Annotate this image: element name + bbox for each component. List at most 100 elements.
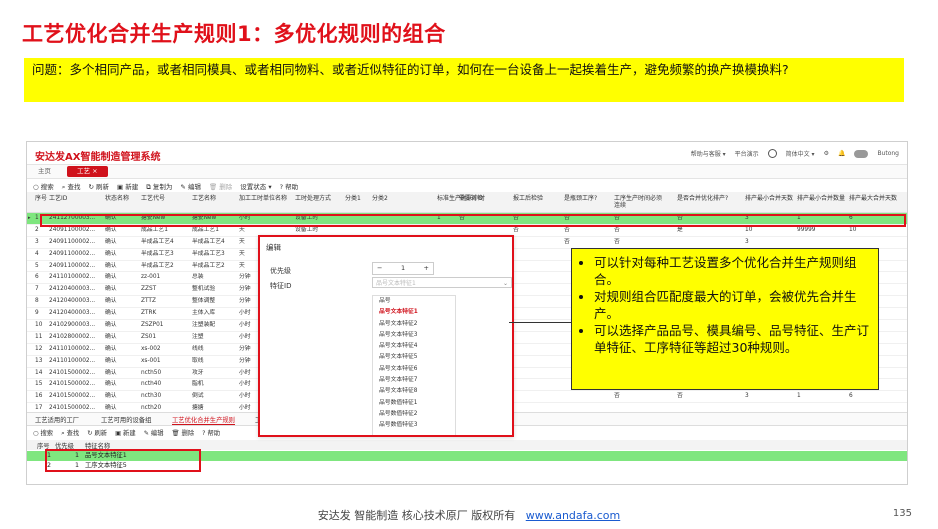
table-cell: 24120400003... [49, 298, 96, 305]
table-cell: 注塑装配 [192, 322, 216, 329]
table-cell: 小时 [239, 333, 251, 340]
avatar[interactable] [854, 149, 869, 158]
app-header: 安达发AX智能制造管理系统 帮助与客服 ▾ 平台演示 简体中文 ▾ ⚙ 🔔 Bu… [27, 142, 907, 165]
minus-icon[interactable]: − [377, 263, 382, 274]
detail-toolbar-button[interactable]: ○ 搜索 [33, 428, 53, 438]
detail-tab[interactable]: 工艺可用的设备组 [101, 415, 151, 424]
detail-toolbar-button[interactable]: ▣ 新建 [115, 428, 136, 438]
column-header[interactable]: 排产最大合并天数 [849, 195, 901, 202]
column-header[interactable]: 是否合并优化排产? [677, 195, 729, 202]
column-header[interactable]: 工序生产时间必须连续 [614, 195, 666, 209]
detail-toolbar-button[interactable]: ↻ 刷新 [87, 428, 107, 438]
dropdown-option[interactable]: 品号数值特征2 [373, 409, 455, 420]
column-header[interactable]: 需要首检 [459, 195, 483, 202]
find-button[interactable]: ⌕ 查找 [62, 181, 81, 192]
footer: 安达发 智能制造 核心技术原厂 版权所有 www.andafa.com [0, 507, 938, 523]
copy-button[interactable]: ⧉ 复制为 [146, 181, 172, 192]
table-cell: 整机试验 [192, 286, 216, 293]
detail-toolbar-button[interactable]: 🗑 删除 [172, 428, 195, 438]
table-cell: 天 [239, 250, 245, 257]
help-link[interactable]: 帮助与客服 ▾ [691, 149, 726, 158]
dropdown-option[interactable]: 品号文本特征5 [373, 352, 455, 363]
dropdown-option[interactable]: 品号文本特征3 [373, 330, 455, 341]
callout-box: 可以针对每种工艺设置多个优化合并生产规则组合。 对规则组合匹配度最大的订单，会被… [571, 248, 879, 390]
table-cell: 否 [614, 393, 620, 400]
column-header[interactable]: 状态名称 [105, 195, 129, 202]
detail-tab[interactable]: 工艺优化合并生产规则 [172, 415, 235, 425]
table-cell: 半成品工艺4 [192, 238, 225, 245]
table-cell: xs-001 [141, 357, 161, 364]
table-cell: 分钟 [239, 357, 251, 364]
table-cell: 24120400003... [49, 286, 96, 293]
dropdown-option[interactable]: 品号 [373, 296, 455, 307]
table-cell: 整体调整 [192, 298, 216, 305]
feature-select[interactable]: 品号文本特征1 ⌄ [372, 277, 512, 288]
dropdown-option[interactable]: 品号文本特征4 [373, 341, 455, 352]
table-cell: 3 [745, 393, 749, 400]
tab-process[interactable]: 工艺 × [67, 166, 108, 177]
set-status-button[interactable]: 设置状态 ▾ [240, 181, 271, 191]
dropdown-option[interactable]: 品号文本特征7 [373, 375, 455, 386]
dropdown-option[interactable]: 品号文本特征1 [373, 307, 455, 318]
user-name[interactable]: Butong [877, 150, 899, 157]
detail-toolbar-button[interactable]: ⌕ 查找 [61, 428, 79, 438]
refresh-button[interactable]: ↻ 刷新 [88, 181, 109, 191]
column-header[interactable]: 分类2 [372, 195, 388, 202]
table-cell: 天 [239, 238, 245, 245]
highlight-selected-row [40, 214, 906, 227]
column-header[interactable]: 是瓶颈工序? [564, 195, 597, 202]
priority-stepper[interactable]: − 1 + [372, 262, 434, 275]
table-cell: 否 [677, 393, 683, 400]
feature-select-placeholder: 品号文本特征1 [376, 280, 416, 287]
edit-button[interactable]: ✎ 编辑 [180, 181, 201, 191]
table-cell: 16 [35, 393, 43, 400]
table-cell: 4 [35, 250, 39, 257]
column-header[interactable]: 工艺代号 [141, 195, 165, 202]
column-header[interactable]: 工艺ID [49, 195, 67, 202]
table-cell: 确认 [105, 238, 117, 245]
column-header[interactable]: 序号 [35, 195, 47, 202]
tab-home[interactable]: 主页 [31, 166, 58, 177]
help-button[interactable]: ? 帮助 [280, 181, 299, 191]
table-cell: 3 [35, 238, 39, 245]
table-cell: 攻牙 [192, 369, 204, 376]
header-actions: 帮助与客服 ▾ 平台演示 简体中文 ▾ ⚙ 🔔 Butong [691, 149, 899, 158]
detail-toolbar-label: 编辑 [150, 430, 164, 437]
delete-button[interactable]: 🗑 删除 [209, 181, 232, 191]
demo-link[interactable]: 平台演示 [735, 149, 759, 158]
dropdown-option[interactable]: 品号文本特征2 [373, 319, 455, 330]
detail-tab[interactable]: 工艺适用的工厂 [35, 415, 79, 424]
search-button[interactable]: ○ 搜索 [33, 181, 54, 191]
detail-toolbar-button[interactable]: ✎ 编辑 [144, 428, 164, 438]
dropdown-option[interactable]: 品号数值特征3 [373, 420, 455, 431]
table-cell: 半成品工艺2 [192, 262, 225, 269]
column-header[interactable]: 排产最小合并数量 [797, 195, 849, 202]
column-header[interactable]: 工艺名称 [192, 195, 216, 202]
table-cell: ZZST [141, 286, 157, 293]
table-cell: 9 [35, 310, 39, 317]
footer-link[interactable]: www.andafa.com [526, 509, 621, 522]
detail-toolbar-button[interactable]: ? 帮助 [202, 428, 220, 438]
column-header[interactable]: 分类1 [345, 195, 361, 202]
column-header[interactable]: 工时处理方式 [295, 195, 331, 202]
language-select[interactable]: 简体中文 ▾ [786, 149, 815, 158]
priority-label: 优先级 [270, 267, 291, 275]
column-header[interactable]: 排产最小合并天数 [745, 195, 797, 202]
column-header[interactable]: 报工后检验 [513, 195, 543, 202]
table-cell: 24110100002... [49, 357, 96, 364]
bell-icon[interactable]: 🔔 [838, 150, 845, 157]
table-cell: 半成品工艺2 [141, 262, 174, 269]
column-header[interactable]: 加工工时单位名称 [239, 195, 291, 202]
highlight-rule-rows [45, 449, 201, 472]
plus-icon[interactable]: + [424, 263, 429, 274]
table-cell: 8 [35, 298, 39, 305]
dropdown-option[interactable]: 品号数值特征1 [373, 398, 455, 409]
settings-icon[interactable]: ⚙ [824, 150, 829, 157]
dropdown-option[interactable]: 品号文本特征6 [373, 364, 455, 375]
detail-toolbar: ○ 搜索 ⌕ 查找 ↻ 刷新 ▣ 新建 ✎ 编辑 🗑 删除 ? 帮助 [33, 428, 220, 438]
detail-toolbar-label: 帮助 [207, 430, 221, 437]
new-button[interactable]: ▣ 新建 [117, 181, 138, 191]
table-cell: 确认 [105, 345, 117, 352]
table-cell: 5 [35, 262, 39, 269]
dropdown-option[interactable]: 品号文本特征8 [373, 386, 455, 397]
